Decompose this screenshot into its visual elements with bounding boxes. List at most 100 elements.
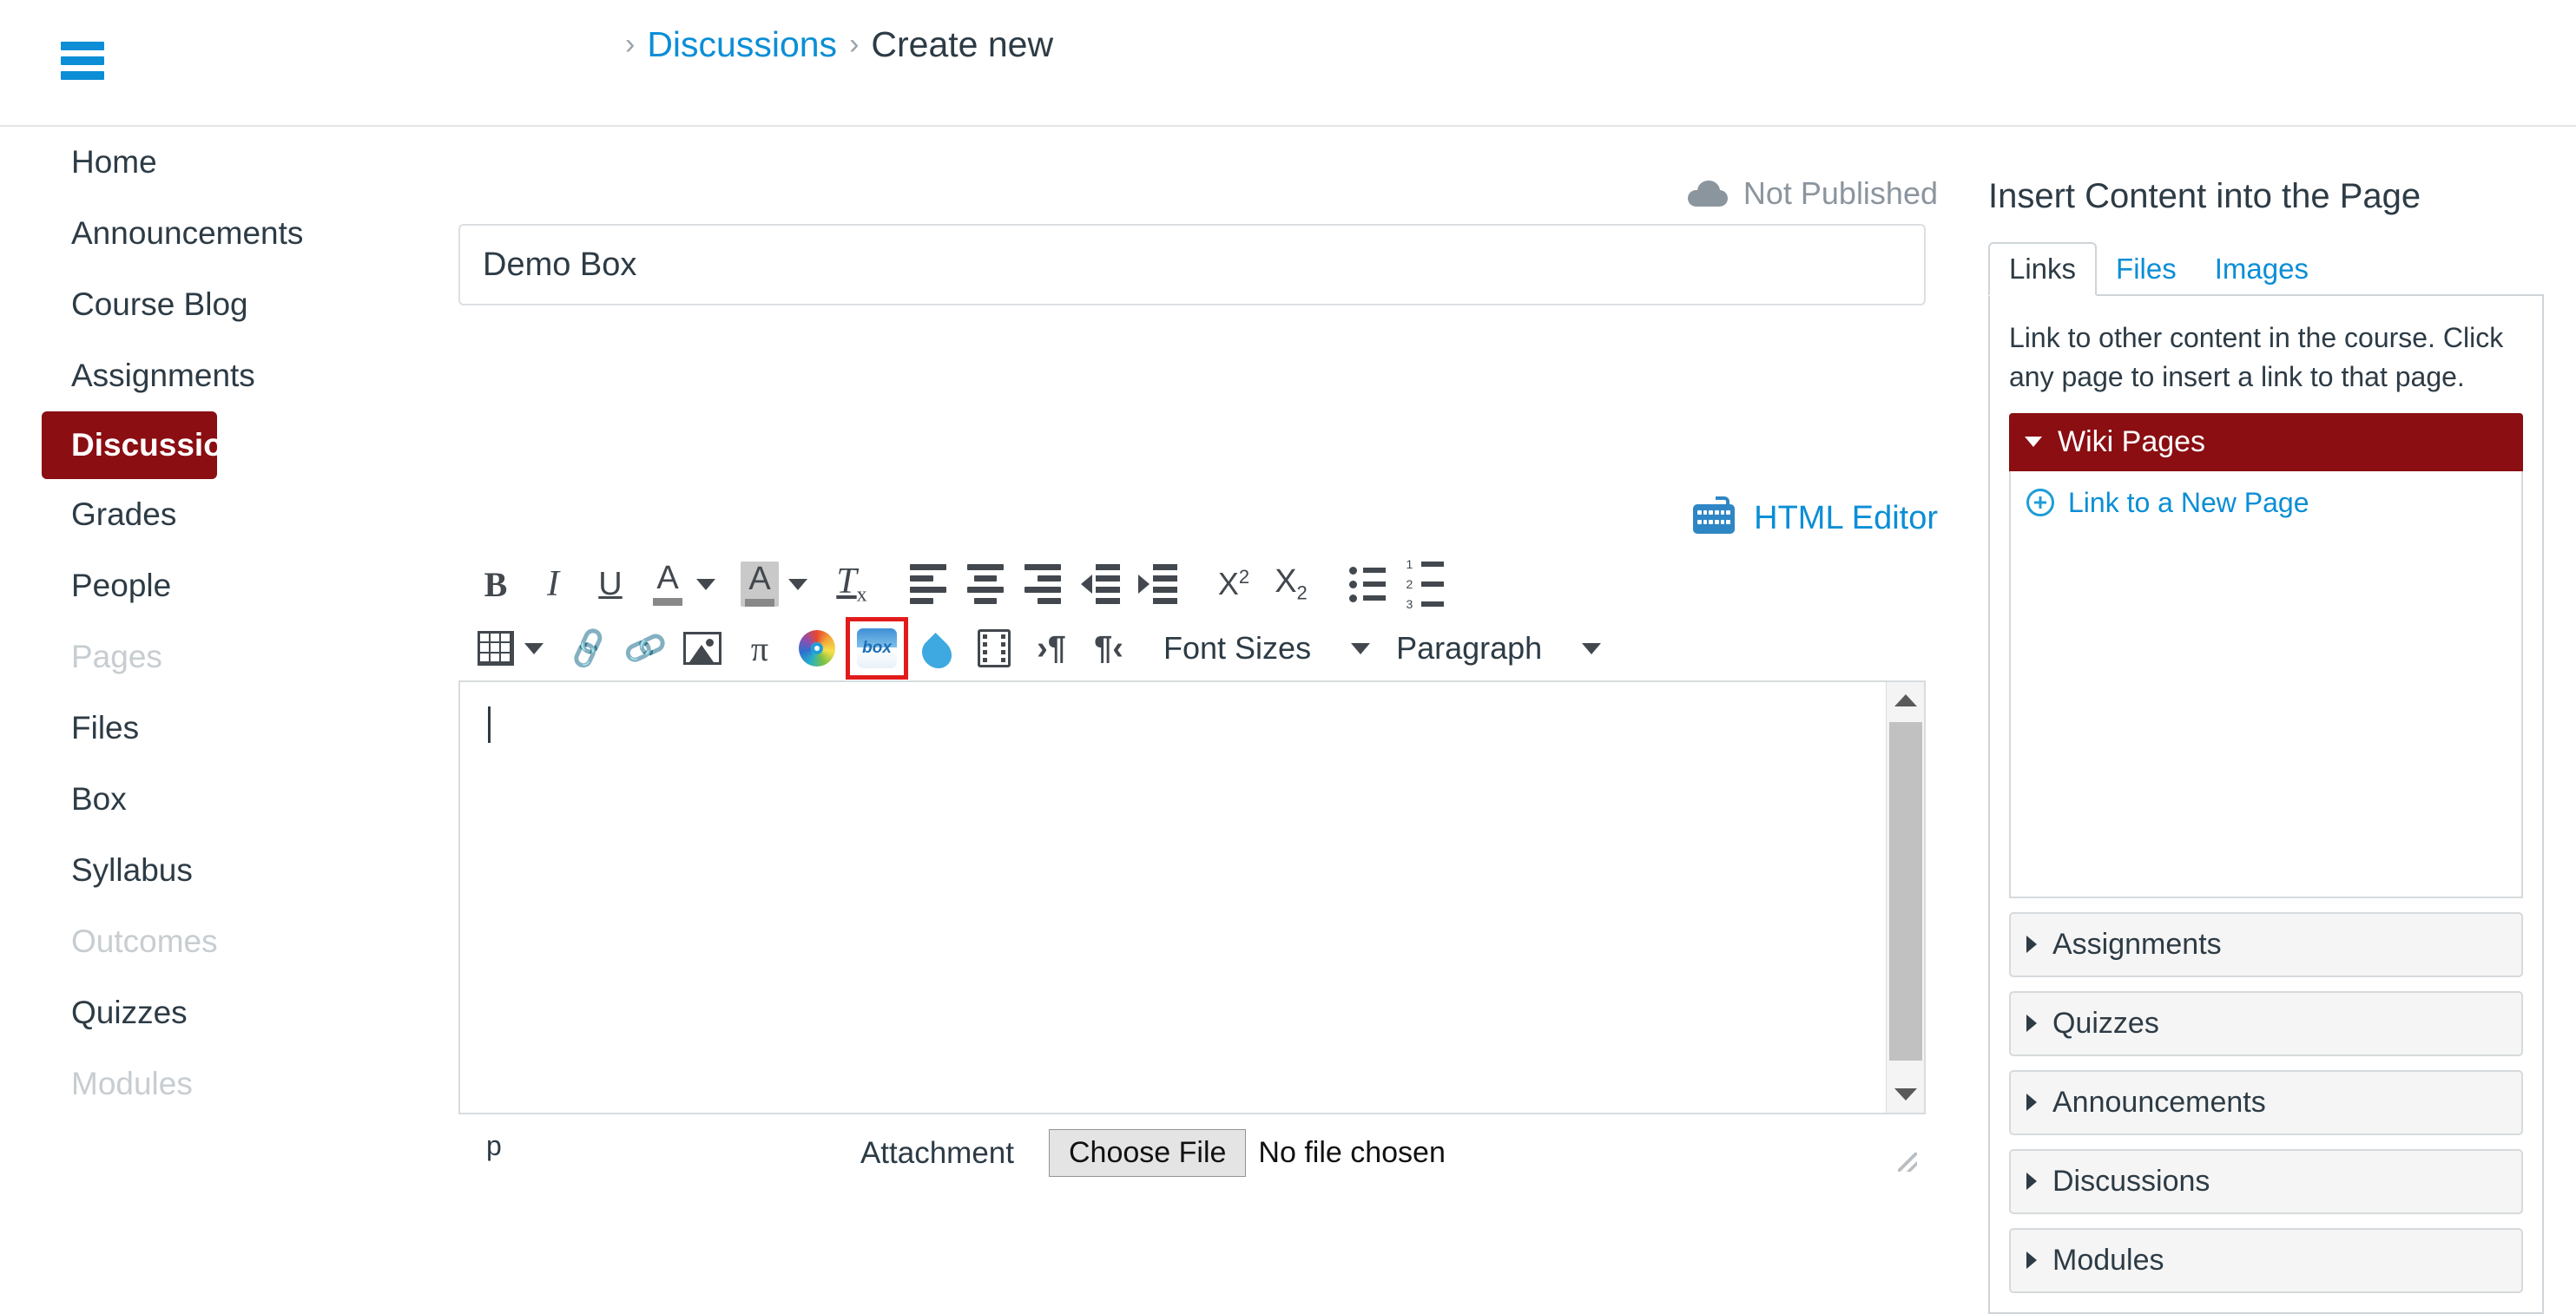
chevron-right-icon [2026, 1173, 2037, 1190]
sidebar-item-label: Announcements [71, 215, 303, 252]
section-modules[interactable]: Modules [2009, 1228, 2523, 1293]
underline-button[interactable]: U [582, 556, 639, 612]
sidebar-item-files[interactable]: Files [42, 693, 417, 764]
text-color-button[interactable]: A [639, 556, 696, 612]
superscript-button[interactable]: X2 [1205, 556, 1262, 612]
insert-link-button[interactable]: 🔗 [559, 621, 616, 676]
attachment-label: Attachment [458, 1136, 1049, 1171]
html-editor-toggle[interactable]: HTML Editor [1693, 500, 1938, 537]
kaltura-media-button[interactable] [788, 621, 846, 676]
section-announcements[interactable]: Announcements [2009, 1070, 2523, 1135]
superscript-icon: X2 [1218, 566, 1249, 602]
hamburger-menu-icon[interactable] [61, 42, 104, 80]
sidebar-item-label: Home [71, 144, 157, 181]
chevron-down-icon [1582, 643, 1601, 654]
sidebar-item-announcements[interactable]: Announcements [42, 198, 417, 269]
section-discussions[interactable]: Discussions [2009, 1149, 2523, 1214]
indent-button[interactable] [1129, 556, 1186, 612]
panel-tabs: Links Files Images [1988, 246, 2544, 296]
italic-button[interactable]: I [524, 556, 582, 612]
record-media-button[interactable] [965, 621, 1023, 676]
sidebar-item-label: Quizzes [71, 995, 188, 1031]
breadcrumb-separator: › [849, 28, 859, 62]
table-dropdown-caret[interactable] [524, 643, 544, 654]
clear-formatting-icon: Tx [836, 561, 866, 607]
sidebar-item-assignments[interactable]: Assignments [42, 340, 417, 411]
bold-button[interactable]: B [467, 556, 524, 612]
tab-links[interactable]: Links [1988, 242, 2097, 296]
choose-file-button[interactable]: Choose File [1049, 1129, 1246, 1177]
scrollbar-thumb[interactable] [1889, 722, 1922, 1061]
editor-toolbar-row-1: B I U A A Tx X2 [458, 552, 1926, 616]
sidebar-item-label: Syllabus [71, 852, 193, 889]
sidebar-item-course-blog[interactable]: Course Blog [42, 269, 417, 340]
box-button[interactable]: box [846, 617, 908, 680]
table-icon [478, 631, 514, 666]
sidebar-item-syllabus[interactable]: Syllabus [42, 835, 417, 906]
discussion-title-input[interactable] [458, 224, 1926, 306]
wiki-pages-section-header[interactable]: Wiki Pages [2009, 413, 2523, 471]
dropbox-button[interactable] [908, 621, 965, 676]
section-quizzes[interactable]: Quizzes [2009, 991, 2523, 1056]
align-left-button[interactable] [899, 556, 957, 612]
ltr-button[interactable]: ›¶ [1023, 621, 1080, 676]
scroll-up-arrow-icon[interactable] [1887, 682, 1925, 719]
numbered-list-button[interactable]: 1 2 3 [1396, 556, 1453, 612]
paragraph-format-select[interactable]: Paragraph [1389, 621, 1601, 676]
align-right-icon [1024, 564, 1061, 604]
film-icon [978, 629, 1011, 667]
unlink-button[interactable]: 🔗 [616, 621, 674, 676]
link-to-new-page[interactable]: Link to a New Page [2026, 487, 2506, 519]
chevron-right-icon [2026, 936, 2037, 953]
highlight-color-dropdown-caret[interactable] [788, 579, 807, 590]
outdent-button[interactable] [1071, 556, 1129, 612]
sidebar-item-label: Grades [71, 496, 176, 533]
scroll-down-arrow-icon[interactable] [1887, 1076, 1925, 1113]
sidebar-item-label: Assignments [71, 358, 255, 394]
sidebar-item-quizzes[interactable]: Quizzes [42, 977, 417, 1048]
sidebar-item-grades[interactable]: Grades [42, 479, 417, 550]
highlight-color-icon: A [741, 562, 779, 606]
clear-formatting-button[interactable]: Tx [823, 556, 880, 612]
cloud-icon [1688, 181, 1728, 207]
equation-button[interactable]: π [731, 621, 788, 676]
text-color-dropdown-caret[interactable] [696, 579, 715, 590]
insert-image-button[interactable] [674, 621, 731, 676]
align-right-button[interactable] [1014, 556, 1071, 612]
rtl-pilcrow-icon: ¶‹ [1094, 630, 1123, 667]
publish-status: Not Published [1688, 175, 1938, 212]
sidebar-item-home[interactable]: Home [42, 127, 417, 198]
table-button[interactable] [467, 621, 524, 676]
sidebar-item-label: Files [71, 710, 139, 746]
link-icon: 🔗 [563, 625, 612, 673]
sidebar-item-label: People [71, 568, 171, 604]
breadcrumb-link-discussions[interactable]: Discussions [647, 24, 837, 65]
chevron-right-icon [2026, 1015, 2037, 1032]
tab-files[interactable]: Files [2097, 244, 2196, 294]
chevron-right-icon [2026, 1252, 2037, 1269]
highlight-color-button[interactable]: A [731, 556, 788, 612]
section-assignments[interactable]: Assignments [2009, 912, 2523, 977]
rtl-button[interactable]: ¶‹ [1080, 621, 1137, 676]
top-bar: › Discussions › Create new [0, 0, 2576, 127]
sidebar-item-people[interactable]: People [42, 550, 417, 621]
sidebar-item-modules[interactable]: Modules [42, 1048, 417, 1120]
tab-images[interactable]: Images [2196, 244, 2328, 294]
panel-body: Link to other content in the course. Cli… [1988, 296, 2544, 1314]
subscript-button[interactable]: X2 [1262, 556, 1320, 612]
bullet-list-button[interactable] [1339, 556, 1396, 612]
align-center-button[interactable] [957, 556, 1014, 612]
sidebar-item-pages[interactable]: Pages [42, 621, 417, 693]
sidebar-item-outcomes[interactable]: Outcomes [42, 906, 417, 977]
chevron-down-icon [2025, 437, 2042, 447]
editor-content-area[interactable] [458, 680, 1926, 1114]
insert-content-panel: Insert Content into the Page Links Files… [1988, 127, 2544, 1177]
sidebar-item-box[interactable]: Box [42, 764, 417, 835]
underline-glyph: U [598, 566, 622, 603]
editor-toolbar-row-2: 🔗 🔗 π box ›¶ ¶‹ Font Sizes Paragraph [458, 616, 1926, 680]
editor-scrollbar[interactable] [1886, 682, 1924, 1113]
html-editor-link[interactable]: HTML Editor [1754, 500, 1938, 537]
font-sizes-select[interactable]: Font Sizes [1156, 621, 1370, 676]
file-status-text: No file chosen [1258, 1136, 1445, 1170]
sidebar-item-discussions[interactable]: Discussions [42, 411, 217, 479]
